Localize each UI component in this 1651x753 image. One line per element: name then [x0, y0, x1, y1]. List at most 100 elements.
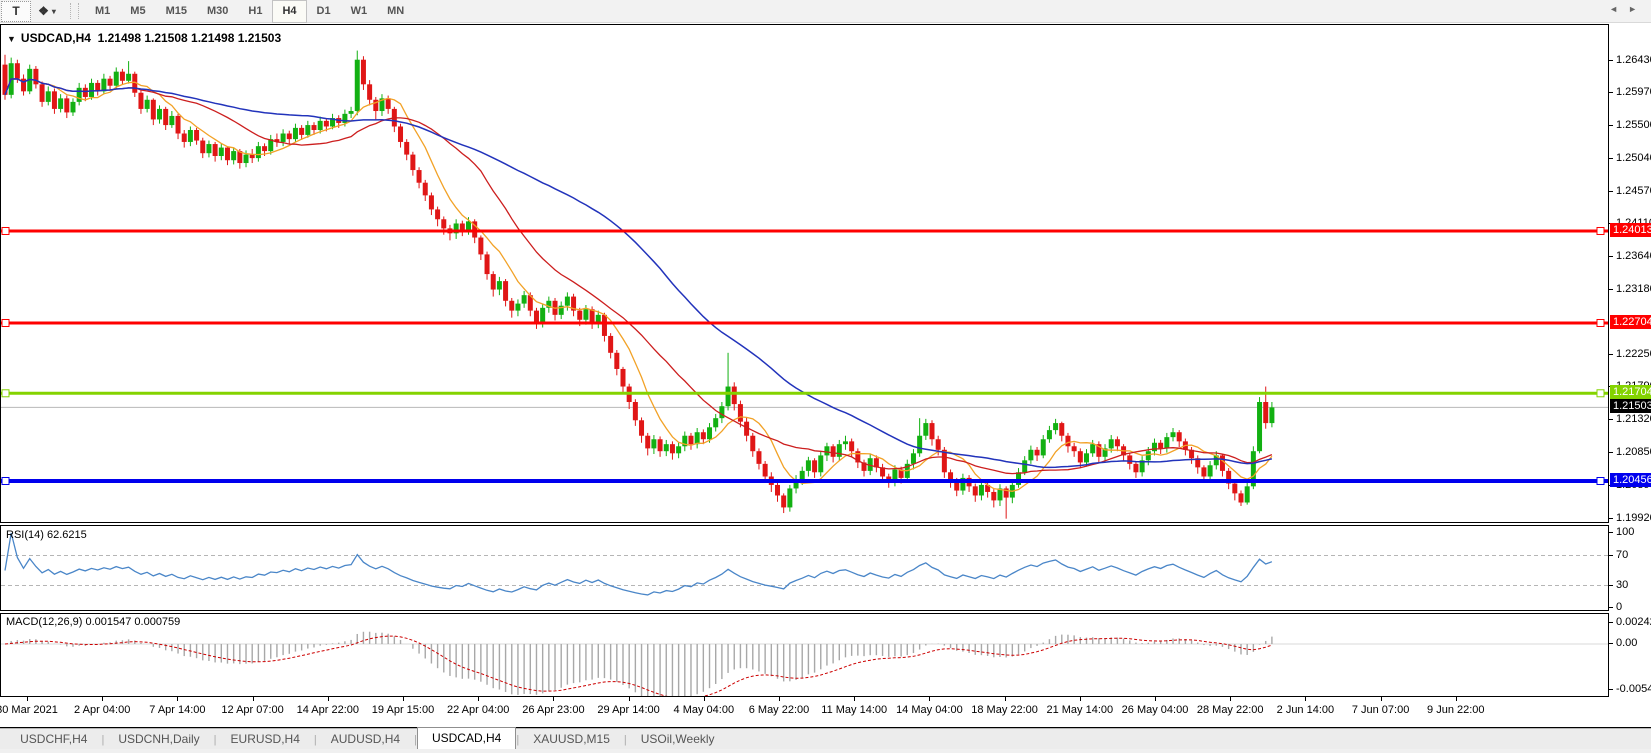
candle [1022, 460, 1027, 472]
tab-scroll-right-icon[interactable]: ► [1628, 4, 1647, 14]
hline-price-label-resistance-2: 1.22704 [1610, 315, 1651, 329]
macd-indicator-pane[interactable] [0, 613, 1609, 697]
ma-line-fast [5, 79, 1272, 491]
collapse-triangle-icon[interactable]: ▼ [7, 34, 16, 44]
candle [824, 446, 829, 455]
candle [89, 83, 94, 97]
candle [256, 146, 261, 158]
timeframe-button-mn[interactable]: MN [377, 0, 414, 23]
text-tool-button[interactable]: T [1, 1, 31, 22]
candle [540, 308, 545, 322]
candle [923, 423, 928, 436]
timeframe-button-m5[interactable]: M5 [120, 0, 155, 23]
candle [33, 69, 38, 84]
candle [441, 219, 446, 228]
candle [169, 116, 174, 125]
date-label: 9 Jun 22:00 [1427, 704, 1485, 716]
hline-breakout[interactable] [1, 390, 1608, 397]
candle [163, 109, 168, 125]
tab-scroll-left-icon[interactable]: ◄ [1609, 4, 1628, 14]
timeframe-button-d1[interactable]: D1 [307, 0, 341, 23]
hline-resistance-1[interactable] [1, 227, 1608, 234]
chart-tab-audusd-h4[interactable]: AUDUSD,H4 [317, 730, 414, 749]
candle [435, 209, 440, 219]
candle [318, 121, 323, 130]
candle [404, 142, 409, 155]
candle [1053, 423, 1058, 430]
shapes-icon: ❖ [38, 4, 49, 18]
chart-tab-usdchf-h4[interactable]: USDCHF,H4 [6, 730, 101, 749]
candle [1109, 439, 1114, 448]
axis-tick-label: 1.23180 [1616, 283, 1651, 295]
timeframe-button-h1[interactable]: H1 [238, 0, 272, 23]
price-chart-canvas [1, 25, 1608, 522]
toolbar-grip[interactable] [70, 3, 79, 19]
axis-tick-label: 1.25500 [1616, 119, 1651, 131]
candle [732, 387, 737, 405]
candle [77, 88, 82, 102]
rsi-indicator-pane[interactable] [0, 525, 1609, 611]
price-axis[interactable]: 1.264301.259701.255001.250401.245701.241… [1609, 24, 1651, 728]
candle [936, 439, 941, 450]
candle [701, 432, 706, 439]
candle [583, 309, 588, 320]
candle [1257, 402, 1262, 451]
candle [590, 309, 595, 323]
chevron-down-icon: ▾ [52, 7, 56, 16]
timeframe-button-m30[interactable]: M30 [197, 0, 238, 23]
candle [1201, 467, 1206, 476]
axis-tick-label: 0 [1616, 601, 1622, 613]
candle [157, 109, 162, 120]
candle [83, 88, 88, 97]
candle [176, 116, 181, 134]
candle [1133, 464, 1138, 472]
chart-tab-eurusd-h4[interactable]: EURUSD,H4 [217, 730, 314, 749]
candle [812, 460, 817, 472]
candle [423, 183, 428, 196]
candle [497, 281, 502, 289]
candle [1269, 407, 1274, 423]
chart-tab-usdcnh-daily[interactable]: USDCNH,Daily [104, 730, 213, 749]
candle [565, 297, 570, 306]
chart-tab-xauusd-m15[interactable]: XAUUSD,M15 [519, 730, 624, 749]
candle [1016, 472, 1021, 485]
candle [719, 406, 724, 418]
candle [1028, 450, 1033, 461]
timeframe-button-m15[interactable]: M15 [156, 0, 197, 23]
chart-tab-usdcad-h4[interactable]: USDCAD,H4 [417, 727, 516, 749]
shapes-tool-button[interactable]: ❖ ▾ [33, 2, 61, 21]
price-chart-pane[interactable] [0, 24, 1609, 523]
candle [126, 74, 131, 81]
candle [1177, 432, 1182, 441]
chart-tab-usoil-weekly[interactable]: USOil,Weekly [627, 730, 729, 749]
candle [1146, 451, 1151, 460]
hline-handle [1597, 319, 1604, 326]
hline-handle [2, 478, 9, 485]
candle [831, 446, 836, 457]
hline-resistance-2[interactable] [1, 319, 1608, 326]
candle [633, 402, 638, 420]
hline-handle [1597, 227, 1604, 234]
candle [849, 441, 854, 451]
candle [695, 432, 700, 444]
date-label: 19 Apr 15:00 [372, 704, 434, 716]
candle [213, 144, 218, 156]
candle [1047, 430, 1052, 439]
timeframe-button-h4[interactable]: H4 [272, 0, 306, 23]
hline-handle [2, 390, 9, 397]
candles [3, 51, 1275, 519]
date-axis[interactable]: 30 Mar 20212 Apr 04:007 Apr 14:0012 Apr … [0, 697, 1651, 728]
candle [1208, 465, 1213, 476]
axis-tick-label: 70 [1616, 549, 1628, 561]
candle [1115, 439, 1120, 446]
candle [287, 134, 292, 140]
candle [219, 148, 224, 156]
rsi-canvas [1, 526, 1608, 610]
timeframe-button-m1[interactable]: M1 [85, 0, 120, 23]
date-label: 2 Apr 04:00 [74, 704, 130, 716]
timeframe-button-w1[interactable]: W1 [341, 0, 378, 23]
candle [676, 446, 681, 453]
candle [367, 84, 372, 99]
candle [108, 79, 113, 86]
candle [485, 254, 490, 274]
